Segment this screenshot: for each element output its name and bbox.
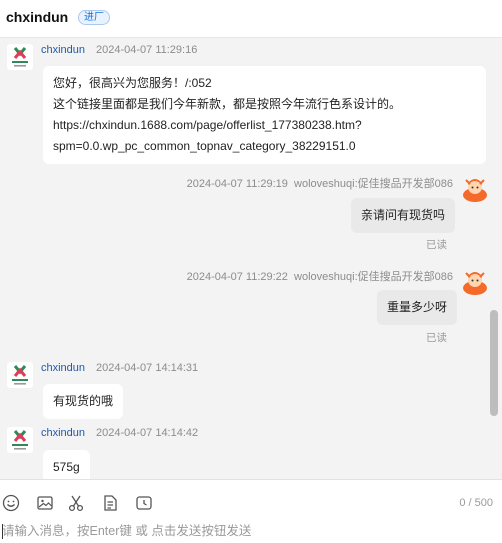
message-time: 2024-04-07 14:14:31 <box>96 362 199 374</box>
message-link-line[interactable]: spm=0.0.wp_pc_common_topnav_category_382… <box>53 136 476 157</box>
message-bubble[interactable]: 您好，很高兴为您服务！/:052 这个链接里面都是我们今年新款，都是按照今年流行… <box>43 66 486 164</box>
contact-name[interactable]: chxindun <box>6 9 68 25</box>
message-time: 2024-04-07 14:14:42 <box>96 427 199 439</box>
composer: 0 / 500 <box>0 479 502 543</box>
user-avatar-icon[interactable] <box>462 176 488 202</box>
sender-name: chxindun <box>41 362 86 374</box>
text-caret <box>2 524 3 539</box>
scissors-icon[interactable] <box>67 494 85 512</box>
message-bubble[interactable]: 重量多少呀 <box>377 290 458 325</box>
factory-badge[interactable]: 进厂 <box>78 10 110 25</box>
image-icon[interactable] <box>36 494 54 512</box>
message-bubble[interactable]: 575g <box>43 450 90 479</box>
shop-avatar-icon[interactable] <box>7 427 33 453</box>
shop-avatar-icon[interactable] <box>7 362 33 388</box>
scrollbar-thumb[interactable] <box>490 310 498 416</box>
message-time: 2024-04-07 11:29:19 <box>186 178 288 190</box>
document-icon[interactable] <box>101 494 119 512</box>
read-status: 已读 <box>426 239 447 251</box>
user-avatar-icon[interactable] <box>462 269 488 295</box>
emoji-icon[interactable] <box>2 494 20 512</box>
sender-name: chxindun <box>41 44 86 56</box>
shop-avatar-icon[interactable] <box>7 44 33 70</box>
message-line: 您好，很高兴为您服务！/:052 <box>53 76 212 90</box>
message-meta: 2024-04-07 11:29:19 woloveshuqi:促佳搜品开发部0… <box>187 175 453 191</box>
message-input[interactable] <box>0 520 500 542</box>
message-meta: 2024-04-07 11:29:22 woloveshuqi:促佳搜品开发部0… <box>187 268 453 284</box>
message-time: 2024-04-07 11:29:16 <box>96 44 198 56</box>
message-time: 2024-04-07 11:29:22 <box>186 271 288 283</box>
chat-header: chxindun 进厂 <box>0 0 502 38</box>
message-bubble[interactable]: 亲请问有现货吗 <box>351 198 456 233</box>
sender-name: woloveshuqi:促佳搜品开发部086 <box>294 178 453 190</box>
character-counter: 0 / 500 <box>459 497 493 509</box>
read-status: 已读 <box>426 332 447 344</box>
message-line: 这个链接里面都是我们今年新款，都是按照今年流行色系设计的。 <box>53 97 402 111</box>
message-bubble[interactable]: 有现货的哦 <box>43 384 124 419</box>
message-list[interactable]: chxindun 2024-04-07 11:29:16 您好，很高兴为您服务！… <box>0 38 502 479</box>
message-link-line[interactable]: https://chxindun.1688.com/page/offerlist… <box>53 115 476 136</box>
sender-name: chxindun <box>41 427 86 439</box>
history-icon[interactable] <box>135 494 153 512</box>
sender-name: woloveshuqi:促佳搜品开发部086 <box>294 271 453 283</box>
